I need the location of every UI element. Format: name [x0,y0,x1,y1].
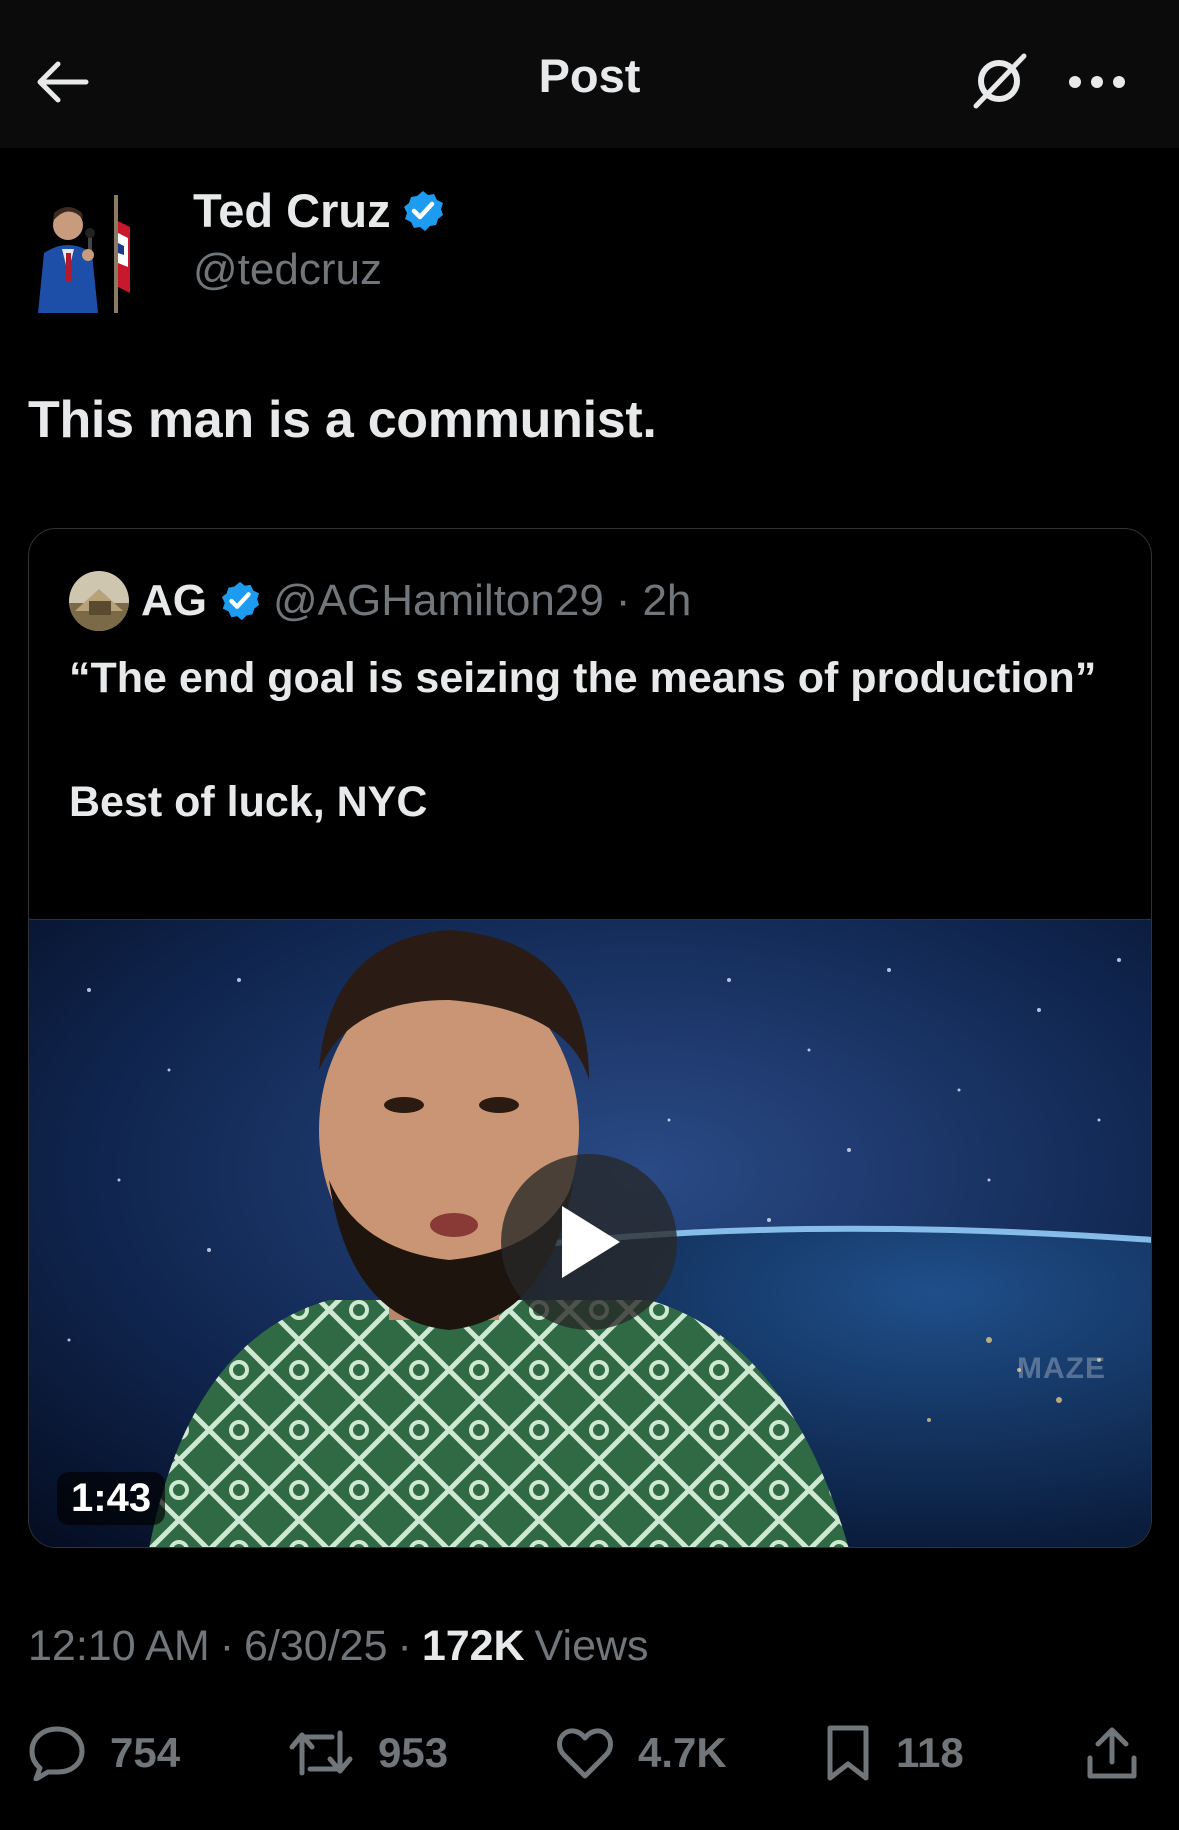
quote-author-name: AG [141,576,207,625]
reply-count: 754 [110,1729,181,1776]
author-name[interactable]: Ted Cruz [193,183,391,238]
post-meta: 12:10 AM · 6/30/25 · 172K Views [28,1622,649,1671]
repost-icon [289,1730,353,1776]
play-icon [562,1206,620,1278]
more-icon [1069,76,1125,88]
grok-button[interactable] [964,46,1034,116]
verified-badge-icon [221,581,260,621]
share-icon [1087,1727,1137,1779]
author-handle[interactable]: @tedcruz [193,245,382,295]
quote-timestamp: 2h [642,576,692,625]
author-avatar[interactable] [28,183,158,313]
top-bar: Post [0,0,1179,148]
author-name-row: Ted Cruz [193,183,445,238]
share-button[interactable] [1084,1716,1140,1790]
like-icon [557,1728,613,1779]
post-author: Ted Cruz @tedcruz [28,175,1148,315]
quoted-post-text: “The end goal is seizing the means of pr… [69,654,1097,826]
repost-count: 953 [378,1729,449,1776]
post-text: This man is a communist. [28,391,657,449]
video-player[interactable]: MAZE 1:43 [29,920,1151,1547]
verified-badge-icon [403,190,443,231]
quoted-post-card[interactable]: AG @AGHamilton29 · 2h “The end goal is s… [28,528,1152,1548]
like-button[interactable]: 4.7K [556,1716,727,1790]
reply-button[interactable]: 754 [28,1716,180,1790]
quote-author-avatar [69,571,129,631]
views-label: Views [534,1622,649,1670]
like-count: 4.7K [638,1729,727,1776]
quote-separator: · [615,576,631,625]
meta-separator: · [219,1622,235,1670]
video-duration: 1:43 [57,1472,166,1525]
bookmark-icon [827,1725,869,1781]
more-options-button[interactable] [1062,50,1132,114]
repost-button[interactable]: 953 [288,1716,448,1790]
post-actions: 754 953 4.7K 118 [0,1716,1179,1790]
post-date: 6/30/25 [244,1622,388,1670]
play-button[interactable] [501,1154,677,1330]
post-time: 12:10 AM [28,1622,210,1670]
quote-author-handle: @AGHamilton29 [273,576,604,625]
meta-separator: · [397,1622,412,1670]
bookmark-button[interactable]: 118 [824,1716,964,1790]
views-count[interactable]: 172K [422,1622,525,1671]
bookmark-count: 118 [896,1729,964,1776]
reply-icon [29,1726,85,1781]
quoted-post-header: AG @AGHamilton29 · 2h [69,569,691,633]
grok-icon [973,53,1027,109]
video-watermark: MAZE [1017,1352,1106,1385]
